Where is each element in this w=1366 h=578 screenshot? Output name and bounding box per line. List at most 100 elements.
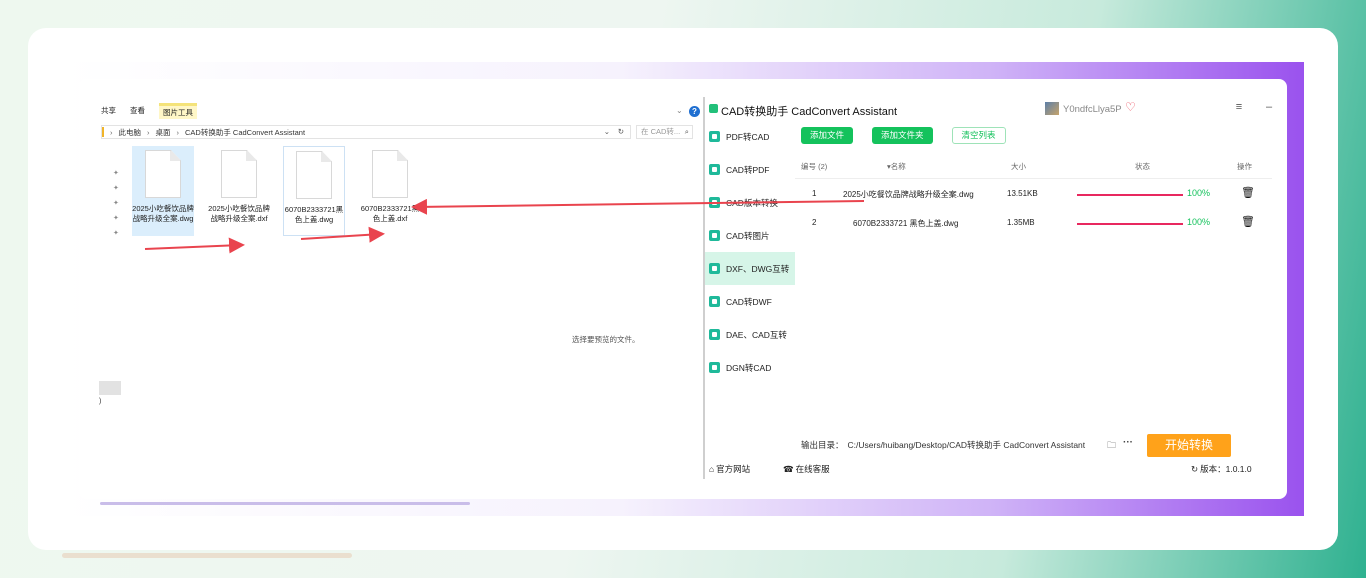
file-item[interactable]: 6070B2333721黑色上盖.dxf [359,146,421,236]
user-name[interactable]: Y0ndfcLlya5P [1063,104,1122,115]
status-text: ) [99,398,102,405]
sidebar-item-cad-version[interactable]: CAD版本转换 [705,186,795,219]
row-name: 6070B2333721 黑色上盖.dwg [853,219,959,228]
support-label: 在线客服 [795,464,830,474]
preview-message: 选择要预览的文件。 [572,335,640,344]
version-label: 版本：1.0.1.0 [1200,464,1252,474]
row-size: 1.35MB [1007,218,1035,227]
address-marker [102,127,104,137]
row-index: 1 [812,189,817,198]
file-name: 6070B2333721黑色上盖.dxf [360,204,420,223]
sidebar-item-label: CAD转图片 [726,230,770,241]
desktop-window: 共享 查看 图片工具 ⌄ ? › 此电脑 › 桌面 › CAD转换助手 CadC… [79,79,1287,499]
col-name[interactable]: ▾名称 [887,161,906,172]
sidebar-item-dgn-to-cad[interactable]: DGN转CAD [705,351,795,384]
file-name: 2025小吃餐饮品牌战略升级全案.dwg [132,204,194,223]
address-bar[interactable]: › 此电脑 › 桌面 › CAD转换助手 CadConvert Assistan… [101,125,631,139]
pin-icon[interactable]: ✦ [113,199,119,207]
support-link[interactable]: ☎ 在线客服 [783,463,830,475]
search-input[interactable]: 在 CAD转... ⌕ [636,125,693,139]
help-icon[interactable]: ? [689,106,700,117]
version-icon [709,197,720,208]
website-link[interactable]: ⌂ 官方网站 [709,463,750,475]
minimize-icon[interactable]: – [1262,101,1276,113]
sidebar-item-cad-to-pdf[interactable]: CAD转PDF [705,153,795,186]
progress-bar [1077,223,1183,225]
support-icon: ☎ [783,463,794,474]
ribbon-tab-view[interactable]: 查看 [130,103,145,119]
sidebar-item-cad-to-image[interactable]: CAD转图片 [705,219,795,252]
more-icon[interactable]: ··· [1123,437,1133,448]
table-row[interactable]: 2 6070B2333721 黑色上盖.dwg 1.35MB 100% 🗑 [795,210,1272,238]
trash-icon[interactable]: 🗑 [1241,186,1255,199]
trash-icon[interactable]: 🗑 [1241,215,1255,228]
file-icon [296,151,332,199]
file-icon [145,150,181,198]
col-index: 编号 (2) [801,162,828,171]
sidebar-item-dxf-dwg[interactable]: DXF、DWG互转 [705,252,795,285]
col-size: 大小 [1011,162,1026,171]
ribbon-tabs: 共享 查看 图片工具 [101,103,197,119]
toolbar: 添加文件 添加文件夹 清空列表 [801,127,1006,144]
search-placeholder: 在 CAD转... [641,127,681,136]
image-icon [709,230,720,241]
file-item[interactable]: 2025小吃餐饮品牌战略升级全案.dxf [208,146,270,236]
file-item[interactable]: 6070B2333721黑色上盖.dwg [283,146,345,236]
row-size: 13.51KB [1007,189,1038,198]
vip-heart-icon[interactable]: ♡ [1125,100,1136,114]
ribbon-tab-picture-tools[interactable]: 图片工具 [159,103,197,119]
clear-list-button[interactable]: 清空列表 [951,127,1006,144]
chevron-down-icon[interactable]: ⌄ [676,106,683,115]
col-status: 状态 [1135,162,1150,171]
add-file-button[interactable]: 添加文件 [801,127,854,144]
swap-icon [709,263,720,274]
output-path[interactable]: C:/Users/huibang/Desktop/CAD转换助手 CadConv… [848,439,1086,451]
file-name: 6070B2333721黑色上盖.dwg [284,205,344,224]
progress-percent: 100% [1187,188,1211,198]
folder-icon[interactable]: 🗀 [1107,438,1116,454]
app-footer: ⌂ 官方网站 ☎ 在线客服 ↻ 版本：1.0.1.0 [709,463,1269,477]
pin-icon[interactable]: ✦ [113,229,119,237]
file-explorer: 共享 查看 图片工具 ⌄ ? › 此电脑 › 桌面 › CAD转换助手 CadC… [79,79,703,499]
sidebar-item-label: DXF、DWG互转 [726,263,790,274]
pin-icon[interactable]: ✦ [113,184,119,192]
output-label: 输出目录： [801,440,844,450]
sidebar-item-cad-to-dwf[interactable]: CAD转DWF [705,285,795,318]
output-directory: 输出目录： C:/Users/huibang/Desktop/CAD转换助手 C… [801,439,1085,451]
menu-icon[interactable]: ≡ [1232,101,1246,113]
pin-icon[interactable]: ✦ [113,214,119,222]
sidebar-item-pdf-to-cad[interactable]: PDF转CAD [705,120,795,153]
breadcrumb-desktop[interactable]: 桌面 [156,127,171,138]
website-label: 官方网站 [716,464,751,474]
sidebar-item-label: PDF转CAD [726,131,770,142]
chevron-right-icon: › [147,127,150,137]
pin-icon[interactable]: ✦ [113,169,119,177]
screenshot-stage: 共享 查看 图片工具 ⌄ ? › 此电脑 › 桌面 › CAD转换助手 CadC… [62,62,1304,516]
sidebar-item-label: DAE、CAD互转 [726,329,787,340]
dae-icon [709,329,720,340]
breadcrumb-folder[interactable]: CAD转换助手 CadConvert Assistant [185,127,305,138]
refresh-icon[interactable]: ↻ [618,126,624,138]
decorative-bar [100,502,470,505]
dgn-icon [709,362,720,373]
chevron-down-icon[interactable]: ⌄ [604,126,610,138]
quick-access-pins: ✦ ✦ ✦ ✦ ✦ [113,169,119,237]
avatar[interactable] [1045,102,1059,115]
file-item[interactable]: 2025小吃餐饮品牌战略升级全案.dwg [132,146,194,236]
search-icon: ⌕ [684,127,689,136]
refresh-icon[interactable]: ↻ [1191,464,1198,475]
home-icon: ⌂ [709,464,715,474]
decorative-strip [62,553,352,558]
sidebar-item-dae-cad[interactable]: DAE、CAD互转 [705,318,795,351]
table-row[interactable]: 1 2025小吃餐饮品牌战略升级全案.dwg 13.51KB 100% 🗑 [795,181,1272,209]
start-convert-button[interactable]: 开始转换 [1147,434,1231,457]
file-icon [372,150,408,198]
ribbon-tab-share[interactable]: 共享 [101,103,116,119]
breadcrumb-this-pc[interactable]: 此电脑 [119,127,142,138]
table-header: 编号 (2) ▾名称 大小 状态 操作 [795,159,1272,179]
sidebar: PDF转CAD CAD转PDF CAD版本转换 CAD转图片 DXF、DWG互转… [705,120,795,384]
add-folder-button[interactable]: 添加文件夹 [872,127,933,144]
pdf-icon [709,164,720,175]
pdf-icon [709,131,720,142]
chevron-right-icon: › [176,127,180,137]
